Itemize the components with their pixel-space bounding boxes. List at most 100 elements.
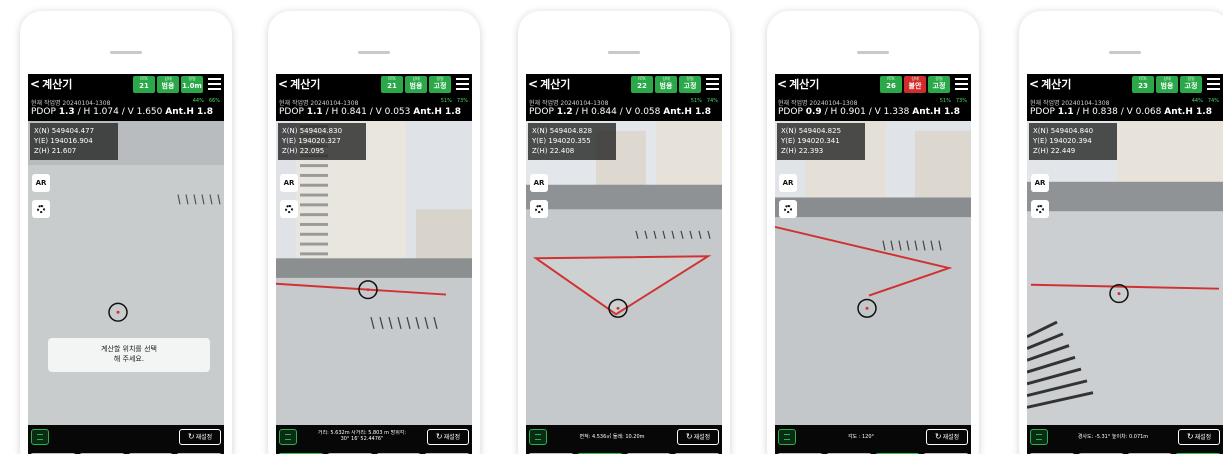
instruction-toast: 계산할 위치를 선택 해 주세요. — [48, 338, 210, 372]
coord-z: Z(H) 22.095 — [282, 147, 325, 155]
status-badge: RTK 21 — [381, 76, 403, 93]
reset-button[interactable]: ↻재설정 — [926, 429, 968, 445]
app-screen: < 계산기 RTK 21 상태 범용 정밀 1.0m 현재 작업명 20240104-130… — [28, 74, 224, 454]
status-badge: 상태 범용 — [1156, 76, 1178, 93]
refresh-icon: ↻ — [934, 432, 942, 441]
list-icon — [37, 434, 43, 440]
back-button[interactable]: < 계산기 — [278, 76, 320, 92]
coord-z: Z(H) 22.408 — [532, 147, 575, 155]
status-badge: 상태 범용 — [157, 76, 179, 93]
status-badge-value: 범용 — [659, 82, 673, 90]
reset-button[interactable]: ↻재설정 — [1178, 429, 1220, 445]
drag-handle[interactable] — [110, 51, 142, 54]
hamburger-menu-icon[interactable] — [456, 78, 469, 90]
drag-handle[interactable] — [1109, 51, 1141, 54]
precision-bar: 현재 작업명 20240104-1308 44% 74% PDOP 1.1 / H… — [1027, 96, 1223, 121]
status-badge-value: 22 — [637, 82, 647, 90]
pdop-value: 1.2 — [556, 107, 573, 117]
building-window-row — [300, 203, 328, 207]
device-status: 44% 74% — [1192, 98, 1219, 104]
hamburger-menu-icon[interactable] — [955, 78, 968, 90]
status-badge-value: 범용 — [161, 82, 175, 90]
status-badge: 정밀 고정 — [1180, 76, 1202, 93]
camera-view[interactable] — [276, 121, 472, 425]
back-button[interactable]: < 계산기 — [777, 76, 819, 92]
status-badge-label: RTK — [887, 76, 895, 81]
antenna-height: Ant.H 1.8 — [663, 107, 711, 117]
status-badge: 상태 범용 — [655, 76, 677, 93]
reset-button[interactable]: ↻재설정 — [427, 429, 469, 445]
drag-handle[interactable] — [608, 51, 640, 54]
pdop-label: PDOP — [31, 107, 56, 117]
gnss-status-group: RTK 23 상태 범용 정밀 고정 — [1132, 76, 1202, 93]
gnss-status-group: RTK 26 상태 불안 정밀 고정 — [880, 76, 950, 93]
camera-view[interactable] — [775, 121, 971, 425]
page-title: 계산기 — [540, 78, 571, 91]
job-name: 현재 작업명 20240104-1308 — [31, 100, 111, 107]
point-list-button[interactable] — [1030, 429, 1048, 445]
status-badge: RTK 23 — [1132, 76, 1154, 93]
hamburger-menu-icon[interactable] — [208, 78, 221, 90]
reset-button[interactable]: ↻재설정 — [677, 429, 719, 445]
building-window-row — [300, 164, 328, 168]
reset-button[interactable]: ↻재설정 — [179, 429, 221, 445]
point-list-button[interactable] — [31, 429, 49, 445]
settings-button[interactable] — [280, 200, 298, 218]
pdop-value: 1.1 — [1057, 107, 1074, 117]
point-list-button[interactable] — [529, 429, 547, 445]
crosshair-center — [366, 288, 370, 292]
status-badge: RTK 22 — [631, 76, 653, 93]
building-window-row — [300, 242, 328, 246]
camera-view[interactable] — [28, 121, 224, 425]
settings-button[interactable] — [32, 200, 50, 218]
building-window-row — [300, 183, 328, 187]
phone-screen-2: < 계산기 RTK 21 상태 범용 정밀 고정 현재 작업명 20240104-1308 … — [268, 11, 480, 454]
device-status: 51% 74% — [691, 98, 718, 104]
dop-readout: PDOP 0.9 / H 0.901 / V 1.338 Ant.H 1.8 — [778, 107, 960, 117]
settings-button[interactable] — [530, 200, 548, 218]
point-list-button[interactable] — [778, 429, 796, 445]
hamburger-menu-icon[interactable] — [706, 78, 719, 90]
ar-toggle-button[interactable]: AR — [530, 174, 548, 192]
ar-toggle-button[interactable]: AR — [1031, 174, 1049, 192]
bottom-toolbar: 경사도: -5.31° 높이차: 0.071m ↻재설정 두 점 거리세 점 면… — [1027, 425, 1223, 454]
settings-button[interactable] — [1031, 200, 1049, 218]
refresh-icon: ↻ — [435, 432, 443, 441]
result-line-1: 각도 : 120° — [847, 434, 875, 440]
rooftop-floor — [28, 121, 224, 425]
phone-screen-1: < 계산기 RTK 21 상태 범용 정밀 1.0m 현재 작업명 20240104-130… — [20, 11, 232, 454]
building-window-row — [300, 232, 328, 236]
toast-line-2: 해 주세요. — [113, 355, 145, 363]
ar-toggle-button[interactable]: AR — [32, 174, 50, 192]
coord-x: X(N) 549404.828 — [532, 127, 593, 135]
camera-view[interactable] — [526, 121, 722, 425]
app-header: < 계산기 RTK 22 상태 범용 정밀 고정 — [526, 74, 722, 96]
chevron-left-icon: < — [30, 77, 41, 91]
camera-view[interactable] — [1027, 121, 1223, 425]
crosshair-center — [865, 306, 869, 310]
point-list-button[interactable] — [279, 429, 297, 445]
app-header: < 계산기 RTK 21 상태 범용 정밀 고정 — [276, 74, 472, 96]
drag-handle[interactable] — [358, 51, 390, 54]
status-badge-label: 정밀 — [188, 76, 196, 81]
bottom-toolbar: 거리: 5.632m 사거리: 5.803 m 방위각: 30° 16' 52.4… — [276, 425, 472, 454]
hamburger-menu-icon[interactable] — [1207, 78, 1220, 90]
refresh-icon: ↻ — [1186, 432, 1194, 441]
settings-button[interactable] — [779, 200, 797, 218]
back-button[interactable]: < 계산기 — [1029, 76, 1071, 92]
gnss-status-group: RTK 21 상태 범용 정밀 고정 — [381, 76, 451, 93]
ar-toggle-button[interactable]: AR — [280, 174, 298, 192]
back-button[interactable]: < 계산기 — [30, 76, 72, 92]
status-badge-label: RTK — [388, 76, 396, 81]
parapet-wall — [276, 258, 472, 278]
status-badge-label: 상태 — [164, 76, 172, 81]
battery-level: 51% — [440, 98, 452, 104]
status-badge-label: 정밀 — [686, 76, 694, 81]
ar-toggle-button[interactable]: AR — [779, 174, 797, 192]
status-badge: 정밀 고정 — [679, 76, 701, 93]
status-badge: RTK 26 — [880, 76, 902, 93]
back-button[interactable]: < 계산기 — [528, 76, 570, 92]
drag-handle[interactable] — [857, 51, 889, 54]
dop-readout: PDOP 1.1 / H 0.838 / V 0.068 Ant.H 1.8 — [1030, 107, 1212, 117]
phone-screen-3: < 계산기 RTK 22 상태 범용 정밀 고정 현재 작업명 20240104-1308 … — [518, 11, 730, 454]
